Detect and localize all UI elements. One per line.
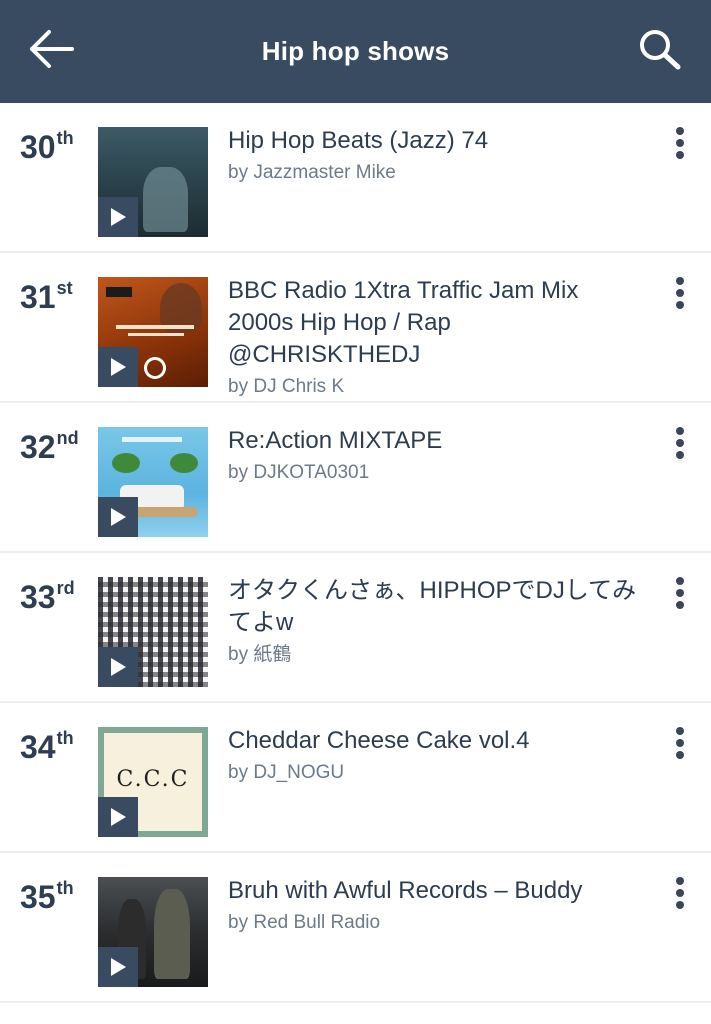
show-author[interactable]: by Red Bull Radio xyxy=(228,909,648,937)
play-button[interactable] xyxy=(98,197,138,237)
show-title[interactable]: BBC Radio 1Xtra Traffic Jam Mix 2000s Hi… xyxy=(228,275,648,371)
play-button[interactable] xyxy=(98,947,138,987)
play-icon xyxy=(111,658,126,676)
show-title[interactable]: Hip Hop Beats (Jazz) 74 xyxy=(228,125,648,157)
more-options-icon[interactable] xyxy=(665,873,695,913)
play-icon xyxy=(111,508,126,526)
show-author[interactable]: by DJ_NOGU xyxy=(228,759,648,787)
more-options-icon[interactable] xyxy=(665,273,695,313)
rank-label: 30th xyxy=(20,128,74,165)
show-author[interactable]: by DJKOTA0301 xyxy=(228,459,648,487)
play-icon xyxy=(111,208,126,226)
list-item[interactable]: 31st BBC Radio 1Xtra Traffic Jam Mix 200… xyxy=(0,253,711,403)
play-button[interactable] xyxy=(98,347,138,387)
show-artwork[interactable] xyxy=(98,577,208,687)
show-list: 30th Hip Hop Beats (Jazz) 74 by Jazzmast… xyxy=(0,103,711,1003)
show-author[interactable]: by DJ Chris K xyxy=(228,373,648,401)
play-icon xyxy=(111,358,126,376)
show-title[interactable]: Cheddar Cheese Cake vol.4 xyxy=(228,725,648,757)
play-icon xyxy=(111,958,126,976)
rank-label: 33rd xyxy=(20,578,75,615)
show-title[interactable]: Bruh with Awful Records – Buddy xyxy=(228,875,648,907)
play-icon xyxy=(111,808,126,826)
play-button[interactable] xyxy=(98,797,138,837)
app-header: Hip hop shows xyxy=(0,0,711,103)
more-options-icon[interactable] xyxy=(665,423,695,463)
show-artwork[interactable] xyxy=(98,427,208,537)
play-button[interactable] xyxy=(98,647,138,687)
list-item[interactable]: 30th Hip Hop Beats (Jazz) 74 by Jazzmast… xyxy=(0,103,711,253)
more-options-icon[interactable] xyxy=(665,123,695,163)
list-item[interactable]: 32nd Re:Action MIXTAPE by DJKOTA0301 xyxy=(0,403,711,553)
show-author[interactable]: by 紙鶴 xyxy=(228,641,648,669)
back-arrow-icon[interactable] xyxy=(28,28,76,70)
show-artwork[interactable] xyxy=(98,277,208,387)
list-item[interactable]: 34th C.C.C Cheddar Cheese Cake vol.4 by … xyxy=(0,703,711,853)
rank-label: 35th xyxy=(20,878,74,915)
artwork-text: C.C.C xyxy=(116,767,190,792)
show-title[interactable]: オタクくんさぁ、HIPHOPでDJしてみてよw xyxy=(228,575,648,639)
search-icon[interactable] xyxy=(637,27,683,71)
show-artwork[interactable] xyxy=(98,877,208,987)
play-button[interactable] xyxy=(98,497,138,537)
list-item[interactable]: 35th Bruh with Awful Records – Buddy by … xyxy=(0,853,711,1003)
show-author[interactable]: by Jazzmaster Mike xyxy=(228,159,648,187)
show-artwork[interactable] xyxy=(98,127,208,237)
more-options-icon[interactable] xyxy=(665,723,695,763)
rank-label: 32nd xyxy=(20,428,79,465)
rank-label: 31st xyxy=(20,278,73,315)
show-title[interactable]: Re:Action MIXTAPE xyxy=(228,425,648,457)
page-title: Hip hop shows xyxy=(261,36,450,66)
show-artwork[interactable]: C.C.C xyxy=(98,727,208,837)
more-options-icon[interactable] xyxy=(665,573,695,613)
list-item[interactable]: 33rd オタクくんさぁ、HIPHOPでDJしてみてよw by 紙鶴 xyxy=(0,553,711,703)
rank-label: 34th xyxy=(20,728,74,765)
